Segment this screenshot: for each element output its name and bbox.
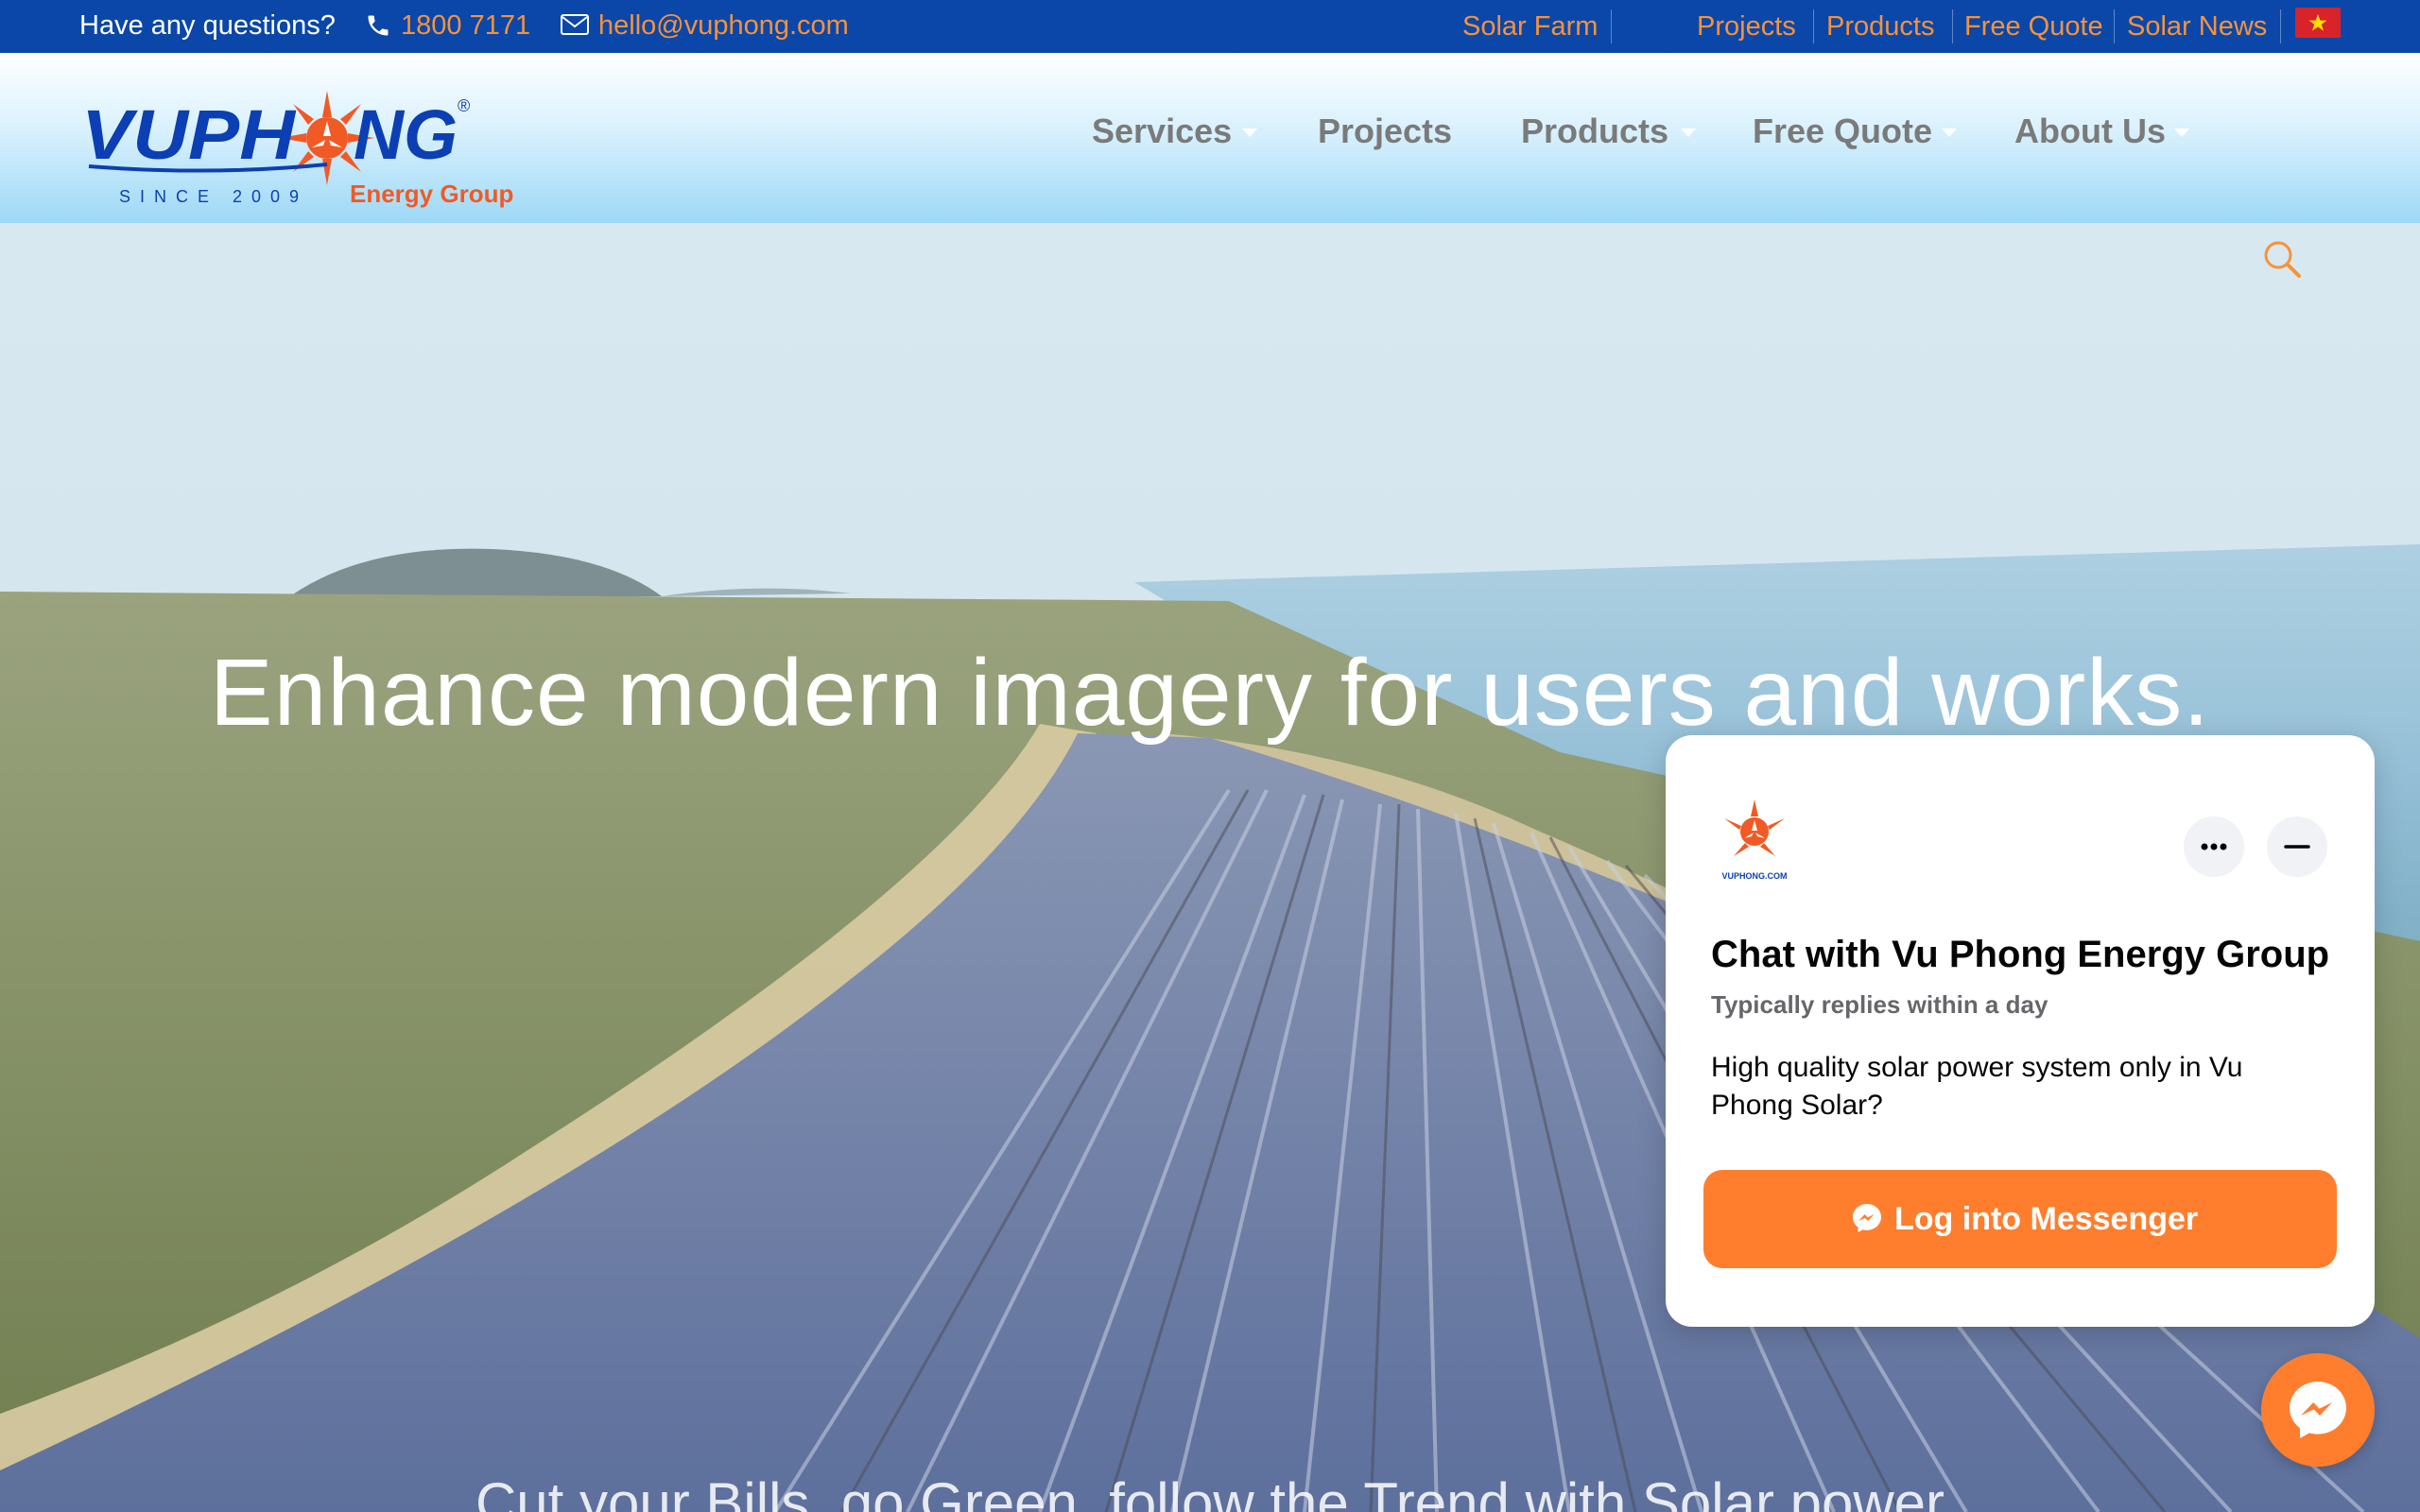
log-into-messenger-button[interactable]: Log into Messenger <box>1703 1170 2337 1268</box>
toplink-solar-news[interactable]: Solar News <box>2127 11 2267 43</box>
messenger-chat-widget: VUPHONG.COM Chat with Vu Phong Energy Gr… <box>1666 735 2375 1327</box>
messenger-icon <box>1853 1204 1881 1232</box>
chat-title: Chat with Vu Phong Energy Group <box>1711 934 2330 975</box>
more-icon <box>2201 843 2227 850</box>
vuphong-logo[interactable]: VUPH NG ® SINCE 2009 Energy Group <box>79 77 524 210</box>
site-header: VUPH NG ® SINCE 2009 Energy Group Servic… <box>0 53 2420 223</box>
mail-icon <box>561 14 589 35</box>
hero-subtitle: Cut your Bills, go Green, follow the Tre… <box>475 1471 1945 1512</box>
nav-free-quote[interactable]: Free Quote <box>1753 112 1932 151</box>
questions-label: Have any questions? <box>79 10 336 41</box>
nav-services[interactable]: Services <box>1092 112 1232 151</box>
chat-greeting-message: High quality solar power system only in … <box>1711 1052 2243 1121</box>
toplink-projects[interactable]: Projects <box>1697 11 1796 43</box>
chat-reply-time: Typically replies within a day <box>1711 990 2048 1019</box>
logo-registered: ® <box>458 96 470 115</box>
hero-title: Enhance modern imagery for users and wor… <box>209 640 2211 746</box>
toplink-free-quote[interactable]: Free Quote <box>1964 11 2103 43</box>
top-bar: Have any questions? 1800 7171 hello@vuph… <box>0 0 2420 53</box>
vietnam-flag-icon[interactable] <box>2295 8 2341 38</box>
nav-products[interactable]: Products <box>1521 112 1668 151</box>
chevron-down-icon <box>1242 129 1257 137</box>
divider <box>1952 9 1953 43</box>
logo-tagline: Energy Group <box>350 180 513 208</box>
nav-about-us[interactable]: About Us <box>2014 112 2166 151</box>
minimize-icon <box>2284 845 2310 849</box>
divider <box>1611 9 1612 43</box>
chat-brand-logo: VUPHONG.COM <box>1721 799 1788 881</box>
phone-icon <box>368 15 389 36</box>
divider <box>2114 9 2115 43</box>
chevron-down-icon <box>2174 129 2189 137</box>
log-into-messenger-label: Log into Messenger <box>1894 1201 2199 1237</box>
logo-since: SINCE 2009 <box>119 187 308 206</box>
logo-text-left: VUPH <box>81 95 297 174</box>
email-link[interactable]: hello@vuphong.com <box>598 10 849 42</box>
search-icon[interactable] <box>2261 238 2303 280</box>
chevron-down-icon <box>1681 129 1696 137</box>
chat-logo-caption: VUPHONG.COM <box>1721 871 1787 881</box>
messenger-launcher-button[interactable] <box>2261 1353 2375 1467</box>
minimize-button[interactable] <box>2267 816 2327 877</box>
phone-link[interactable]: 1800 7171 <box>401 10 530 42</box>
logo-text-right: NG <box>354 95 458 174</box>
toplink-products[interactable]: Products <box>1826 11 1934 43</box>
divider <box>2280 9 2281 43</box>
divider <box>1813 9 1814 43</box>
messenger-icon <box>2290 1382 2346 1438</box>
toplink-solar-farm[interactable]: Solar Farm <box>1462 11 1598 43</box>
chevron-down-icon <box>1942 129 1957 137</box>
nav-projects[interactable]: Projects <box>1318 112 1452 151</box>
more-options-button[interactable] <box>2184 816 2244 877</box>
